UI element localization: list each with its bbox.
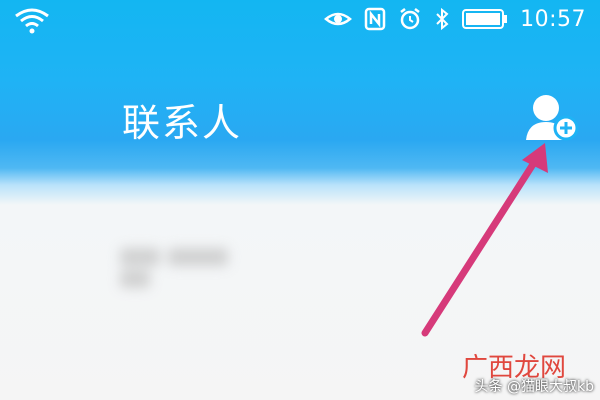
battery-icon	[462, 9, 508, 29]
add-contact-button[interactable]	[520, 88, 584, 148]
add-contact-icon	[526, 95, 579, 141]
eye-icon	[324, 12, 353, 26]
alarm-icon	[400, 8, 420, 30]
contacts-screen: 10:57 联系人 广西龙网 头条 @猫眼大叔kb	[0, 0, 600, 400]
blurred-contact-row	[120, 248, 270, 288]
status-time: 10:57	[520, 6, 586, 32]
header-background	[0, 0, 600, 400]
wifi-icon	[15, 8, 49, 34]
page-title: 联系人	[122, 101, 243, 145]
bluetooth-icon	[436, 7, 449, 31]
status-bar: 10:57	[0, 0, 600, 38]
status-icons: 10:57	[324, 4, 586, 34]
watermark-credit: 头条 @猫眼大叔kb	[474, 379, 594, 395]
nfc-icon	[364, 7, 386, 31]
